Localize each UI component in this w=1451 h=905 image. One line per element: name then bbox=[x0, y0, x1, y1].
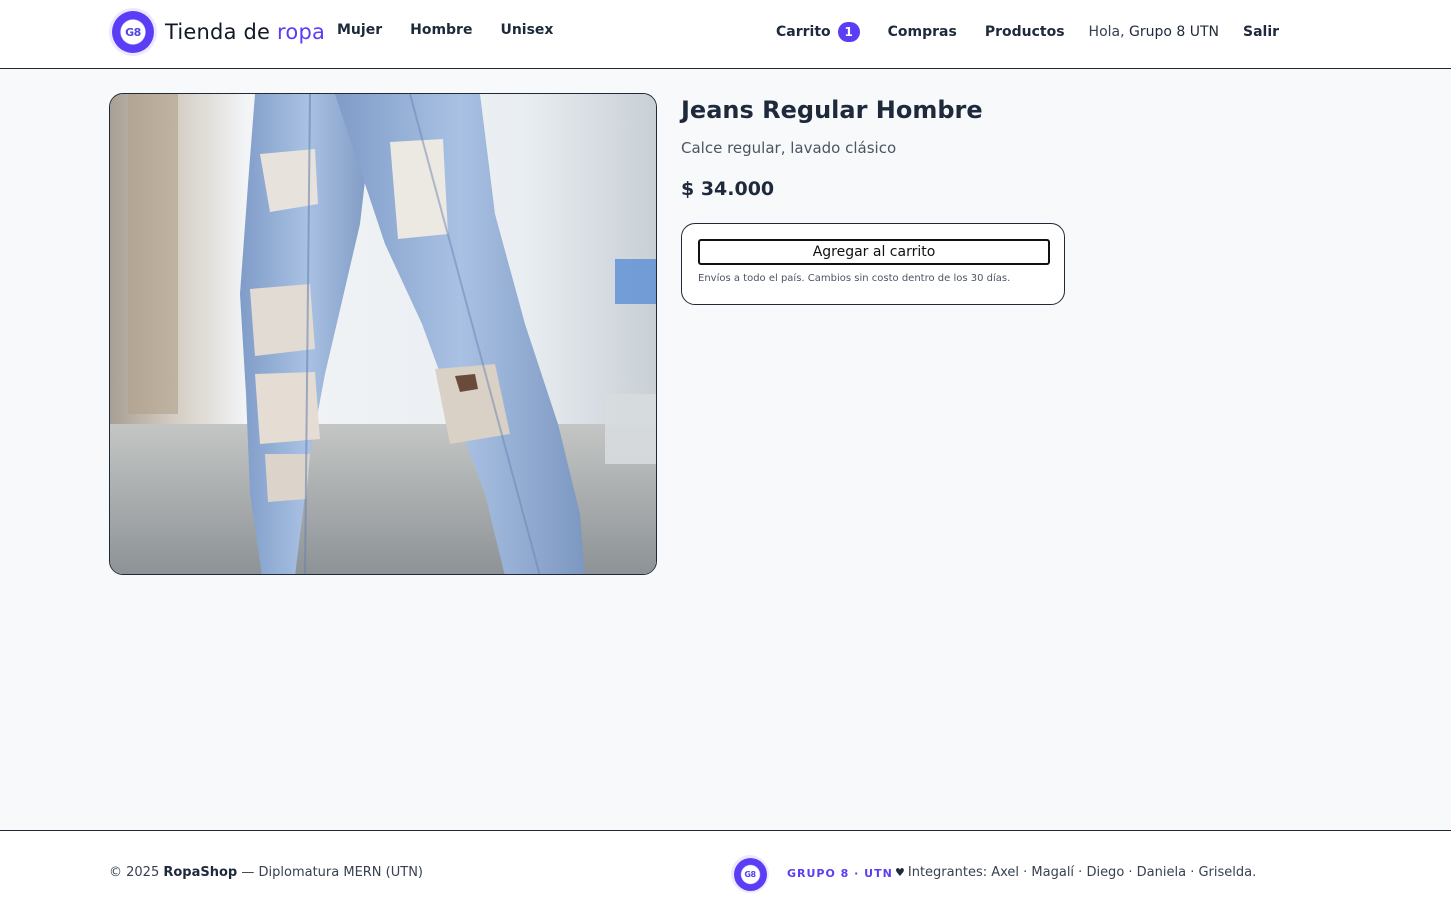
user-greeting: Hola, Grupo 8 UTN bbox=[1089, 24, 1219, 40]
logo-icon: G8 bbox=[109, 8, 157, 56]
group-label: GRUPO 8 · UTN bbox=[787, 867, 893, 880]
cart-link[interactable]: Carrito 1 bbox=[776, 22, 860, 42]
brand-title: Tienda de ropa bbox=[165, 20, 325, 44]
product-price: $ 34.000 bbox=[681, 178, 775, 200]
copyright-brand: RopaShop bbox=[163, 865, 238, 880]
brand-link[interactable]: G8 Tienda de ropa bbox=[109, 8, 325, 56]
footer: © 2025 RopaShop — Diplomatura MERN (UTN)… bbox=[0, 830, 1451, 905]
copyright: © 2025 RopaShop — Diplomatura MERN (UTN) bbox=[109, 865, 423, 880]
user-name: Grupo 8 UTN bbox=[1129, 24, 1220, 40]
copyright-suffix: — Diplomatura MERN (UTN) bbox=[237, 865, 423, 880]
heart-icon: ♥ bbox=[895, 866, 905, 879]
nav-item-unisex[interactable]: Unisex bbox=[500, 22, 553, 38]
shipping-note: Envíos a todo el país. Cambios sin costo… bbox=[698, 273, 1011, 284]
nav-item-mujer[interactable]: Mujer bbox=[337, 22, 382, 38]
buy-box: Agregar al carrito Envíos a todo el país… bbox=[681, 223, 1065, 305]
top-navbar: G8 Tienda de ropa Mujer Hombre Unisex Ca… bbox=[0, 0, 1451, 69]
copyright-prefix: © 2025 bbox=[109, 865, 164, 880]
members-list: ♥ Integrantes: Axel · Magalí · Diego · Da… bbox=[895, 865, 1256, 880]
greeting-text: Hola, bbox=[1088, 24, 1125, 40]
product-title: Jeans Regular Hombre bbox=[681, 96, 983, 124]
add-to-cart-button[interactable]: Agregar al carrito bbox=[698, 239, 1050, 265]
jeans-photo bbox=[110, 94, 656, 574]
logo-text: G8 bbox=[125, 25, 141, 39]
brand-title-prefix: Tienda de bbox=[165, 20, 278, 44]
product-image bbox=[109, 93, 657, 575]
footer-logo-text: G8 bbox=[744, 869, 756, 879]
nav-item-compras[interactable]: Compras bbox=[888, 24, 957, 40]
nav-item-hombre[interactable]: Hombre bbox=[410, 22, 472, 38]
user-nav: Carrito 1 Compras Productos Hola, Grupo … bbox=[776, 22, 1279, 42]
cart-label: Carrito bbox=[776, 24, 831, 40]
product-info: Jeans Regular Hombre Calce regular, lava… bbox=[681, 96, 1065, 305]
footer-logo-icon: G8 bbox=[731, 855, 769, 893]
brand-title-accent: ropa bbox=[277, 20, 326, 44]
logout-button[interactable]: Salir bbox=[1243, 24, 1279, 40]
members-text: Integrantes: Axel · Magalí · Diego · Dan… bbox=[907, 865, 1257, 880]
category-nav: Mujer Hombre Unisex bbox=[337, 22, 553, 38]
product-subtitle: Calce regular, lavado clásico bbox=[681, 139, 897, 157]
nav-item-productos[interactable]: Productos bbox=[985, 24, 1065, 40]
cart-count-badge: 1 bbox=[837, 22, 860, 42]
